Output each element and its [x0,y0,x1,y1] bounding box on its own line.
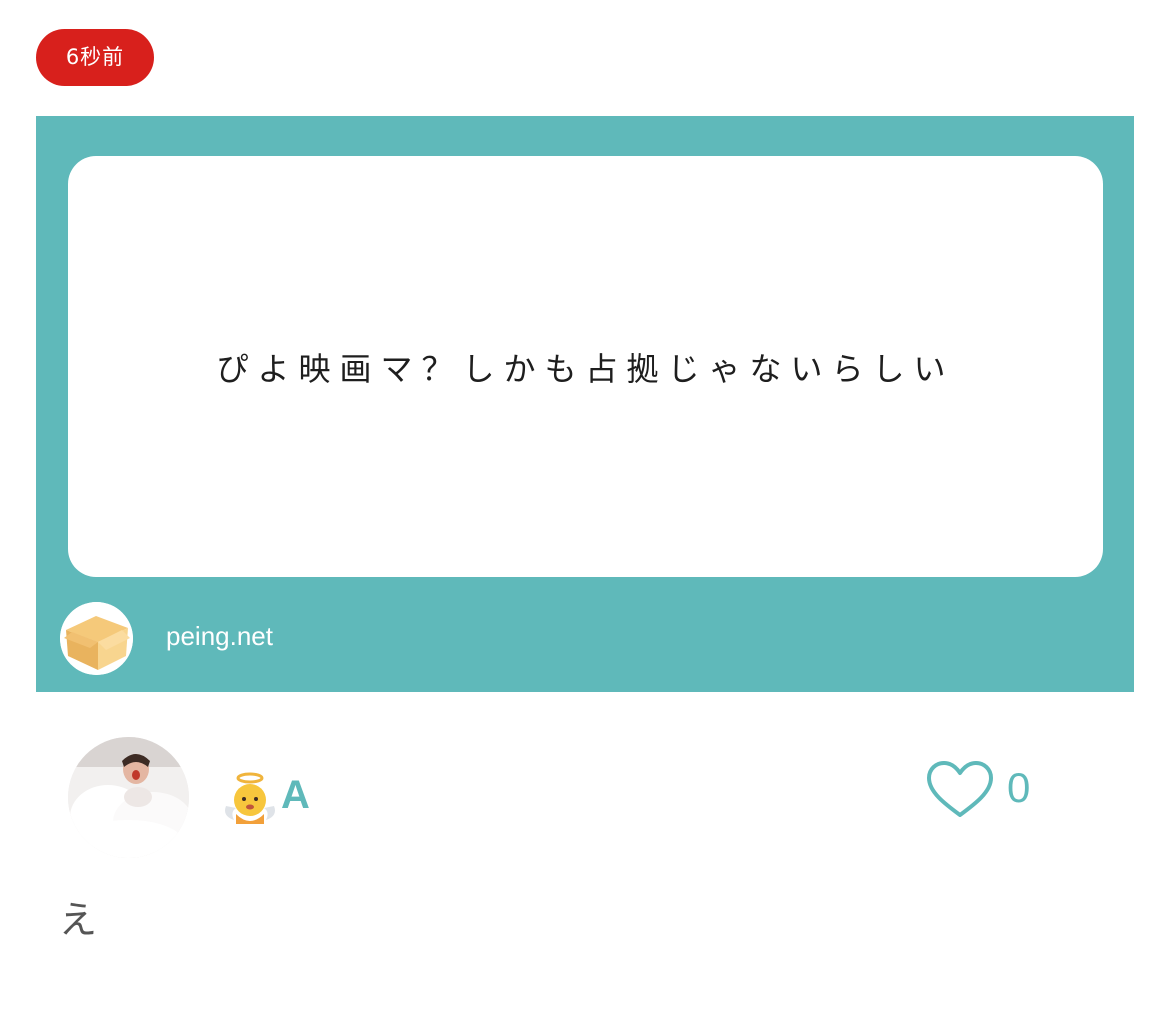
source-domain: peing.net [166,621,273,651]
peing-answer-page: 6秒前 ぴよ映画マ？しかも占拠じゃないらしい peing.net A 0 え [0,0,1170,1018]
avatar[interactable] [68,737,189,858]
question-card: ぴよ映画マ？しかも占拠じゃないらしい peing.net [36,116,1134,692]
question-box: ぴよ映画マ？しかも占拠じゃないらしい [68,156,1103,577]
baby-angel-icon [222,772,278,826]
time-badge: 6秒前 [36,29,154,86]
box-icon [60,602,133,675]
like-button[interactable]: 0 [925,760,1055,822]
answer-text: え [59,898,98,942]
heart-outline-icon[interactable] [925,760,995,820]
like-count: 0 [1007,764,1031,811]
user-name[interactable]: A [281,773,310,818]
question-text: ぴよ映画マ？しかも占拠じゃないらしい [216,349,955,388]
